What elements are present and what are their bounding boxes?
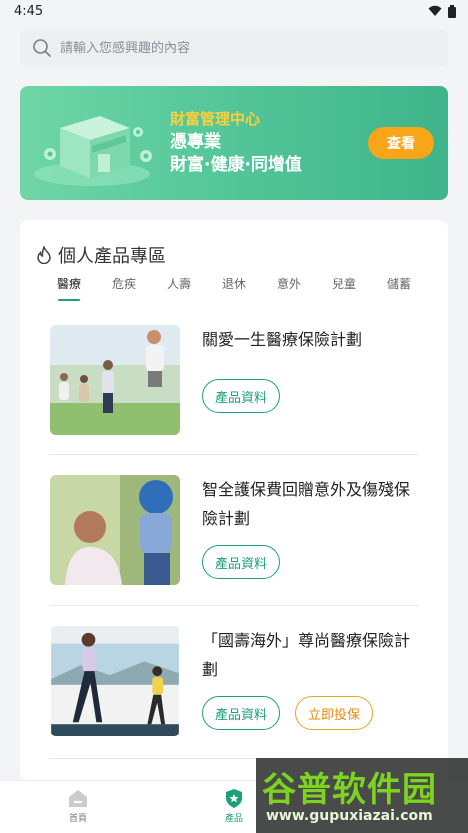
tab-life[interactable]: 人壽 <box>159 275 199 292</box>
watermark-brand: 谷普软件园 <box>262 770 437 810</box>
battery-icon <box>448 4 456 18</box>
apply-now-button[interactable]: 立即投保 <box>295 696 374 730</box>
nav-products-label: 產品 <box>224 814 243 824</box>
section-title: 個人產品專區 <box>58 246 166 267</box>
search-bar[interactable] <box>20 30 448 66</box>
tab-retirement[interactable]: 退休 <box>214 275 254 292</box>
product-info-button[interactable]: 產品資料 <box>202 379 281 413</box>
product-photo-mother-child <box>50 475 180 585</box>
product-item[interactable]: 「國壽海外」尊尚醫療保險計劃 產品資料 立即投保 <box>50 626 418 738</box>
tab-children[interactable]: 兒童 <box>324 275 364 292</box>
nav-home-label: 首頁 <box>68 814 87 824</box>
section-header: 個人產品專區 <box>36 242 166 268</box>
tab-savings[interactable]: 儲蓄 <box>379 275 419 292</box>
view-button[interactable]: 查看 <box>368 127 434 159</box>
flame-icon <box>37 246 51 264</box>
tab-critical-illness[interactable]: 危疾 <box>104 275 144 292</box>
home-icon <box>69 790 87 807</box>
shield-star-icon <box>226 789 242 808</box>
product-name[interactable]: 關愛一生醫療保險計劃 <box>202 325 417 354</box>
product-info-button[interactable]: 產品資料 <box>202 696 281 730</box>
product-info-button[interactable]: 產品資料 <box>202 545 281 579</box>
banner-headline: 憑專業 <box>170 132 221 152</box>
banner-subline: 財富·健康·同增值 <box>170 155 302 175</box>
wifi-icon <box>428 5 442 16</box>
tab-accident[interactable]: 意外 <box>269 275 309 292</box>
status-time: 4:45 <box>14 3 44 19</box>
divider <box>50 605 418 606</box>
product-section-card: 個人產品專區 醫療 危疾 人壽 退休 意外 兒童 儲蓄 關愛一生醫療保險計劃 產… <box>20 220 448 780</box>
tab-medical[interactable]: 醫療 <box>49 275 89 292</box>
status-icons <box>428 4 456 18</box>
wealth-banner[interactable]: 財富管理中心 憑專業 財富·健康·同增值 查看 <box>20 86 448 200</box>
divider <box>50 454 418 455</box>
shop-illustration-icon <box>34 116 152 186</box>
status-bar: 4:45 <box>0 0 468 22</box>
product-photo-exercise <box>51 626 179 736</box>
nav-products[interactable]: 產品 <box>204 787 264 824</box>
active-tab-indicator <box>58 299 80 301</box>
banner-text: 財富管理中心 憑專業 財富·健康·同增值 <box>170 108 302 177</box>
search-icon <box>33 39 51 57</box>
product-name[interactable]: 「國壽海外」尊尚醫療保險計劃 <box>202 626 417 684</box>
search-input[interactable] <box>60 40 420 56</box>
category-tabs: 醫療 危疾 人壽 退休 意外 兒童 儲蓄 <box>20 275 448 301</box>
product-item[interactable]: 智全護保費回贈意外及傷殘保險計劃 產品資料 <box>50 475 418 585</box>
product-item[interactable]: 關愛一生醫療保險計劃 產品資料 <box>50 325 418 435</box>
product-photo-running-family <box>50 325 180 435</box>
watermark-logo: 谷普软件园 www.gupuxiazai.com <box>256 758 468 833</box>
banner-kicker: 財富管理中心 <box>170 110 261 128</box>
nav-home[interactable]: 首頁 <box>48 787 108 824</box>
product-name[interactable]: 智全護保費回贈意外及傷殘保險計劃 <box>202 475 417 533</box>
watermark-url: www.gupuxiazai.com <box>266 808 433 824</box>
